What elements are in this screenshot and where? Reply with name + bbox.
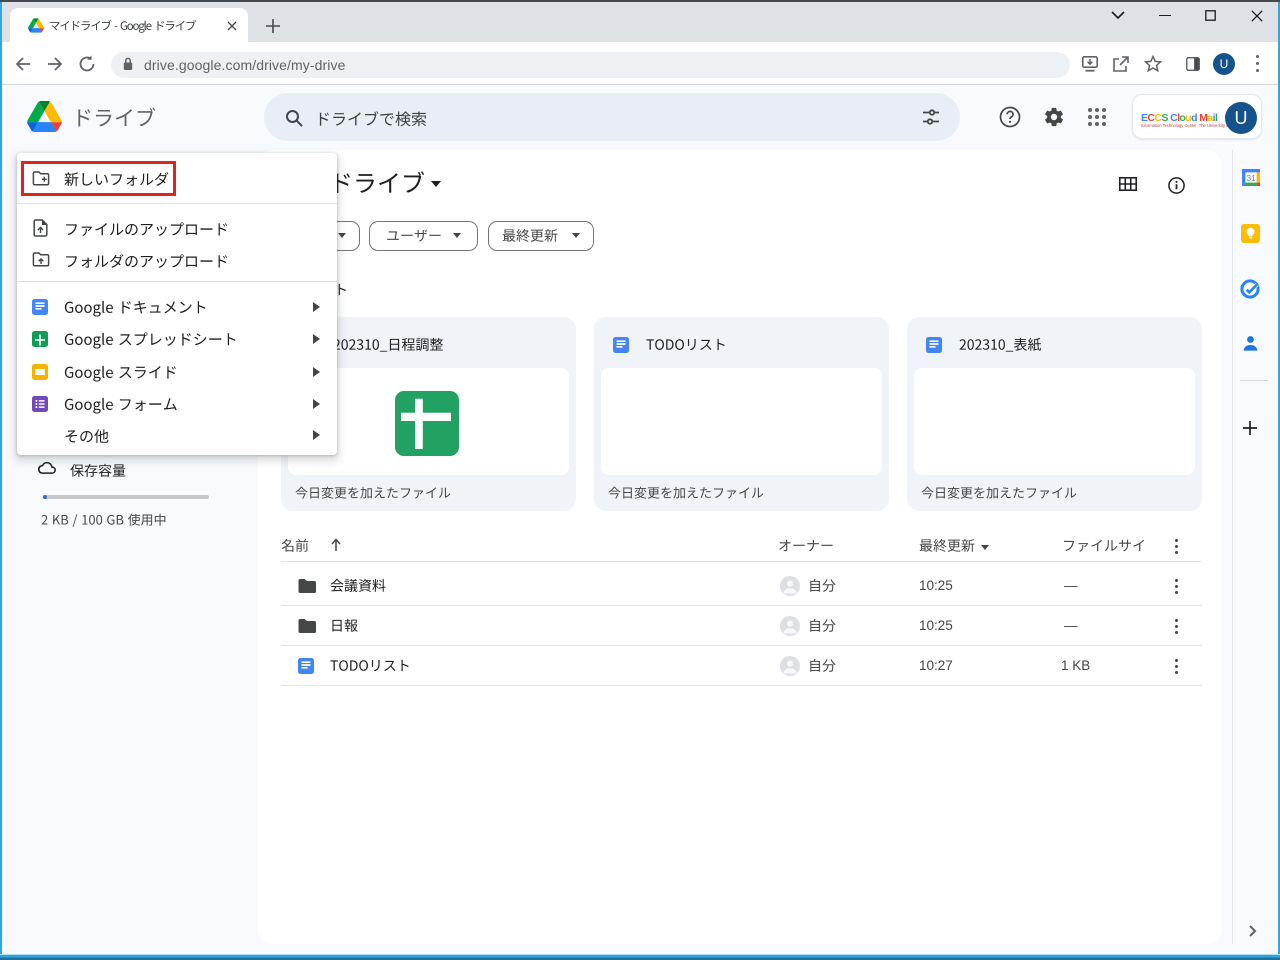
svg-text:31: 31 (1246, 173, 1256, 183)
